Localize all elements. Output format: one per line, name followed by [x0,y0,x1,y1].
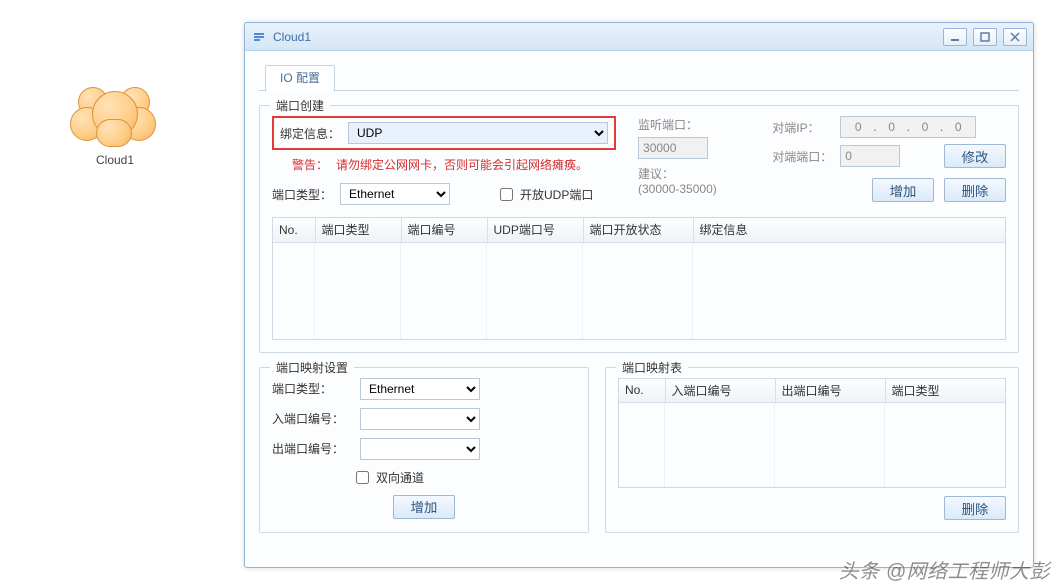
app-icon [251,29,267,45]
port-th-binding[interactable]: 绑定信息 [693,218,1005,242]
bidir-label: 双向通道 [376,469,424,486]
listen-port-label: 监听端口： [638,116,750,133]
peer-ip-label: 对端IP： [772,119,832,136]
warning-text: 请勿绑定公网网卡，否则可能会引起网络瘫痪。 [336,156,588,173]
bidir-check-input[interactable] [356,471,369,484]
listen-hint-range: (30000-35000) [638,182,750,196]
close-button[interactable] [1003,28,1027,46]
maximize-button[interactable] [973,28,997,46]
minimize-button[interactable] [943,28,967,46]
add-port-button[interactable]: 增加 [872,178,934,202]
peer-ip-input: . . . [840,116,976,138]
map-th-type[interactable]: 端口类型 [885,379,1005,403]
legend-port-create: 端口创建 [270,97,330,114]
binding-label: 绑定信息： [280,125,340,142]
map-th-no[interactable]: No. [619,379,665,403]
warning-label: 警告： [292,156,328,173]
in-port-label: 入端口编号： [272,410,352,427]
port-table-body[interactable] [273,243,1005,339]
port-type-select[interactable]: Ethernet [340,183,450,205]
open-udp-checkbox[interactable]: 开放UDP端口 [496,185,593,204]
map-port-type-select[interactable]: Ethernet [360,378,480,400]
peer-ip-octet-3 [945,117,971,137]
peer-ip-octet-1 [879,117,905,137]
peer-port-label: 对端端口： [772,148,832,165]
legend-mapping-set: 端口映射设置 [270,359,354,376]
port-th-udp[interactable]: UDP端口号 [487,218,583,242]
group-mapping-set: 端口映射设置 端口类型： Ethernet 入端口编号： 出端口编号： [259,367,589,534]
cloud-node-label: Cloud1 [60,153,170,167]
tab-strip: IO 配置 [259,63,1019,91]
port-th-open[interactable]: 端口开放状态 [583,218,693,242]
map-th-out[interactable]: 出端口编号 [775,379,885,403]
port-th-type[interactable]: 端口类型 [315,218,401,242]
in-port-select[interactable] [360,408,480,430]
port-th-number[interactable]: 端口编号 [401,218,487,242]
binding-highlight: 绑定信息： UDP [272,116,616,150]
legend-mapping-table: 端口映射表 [616,359,688,376]
delete-mapping-button[interactable]: 删除 [944,496,1006,520]
mapping-table-body[interactable] [619,403,1005,487]
titlebar[interactable]: Cloud1 [245,23,1033,51]
listen-port-input [638,137,708,159]
binding-select[interactable]: UDP [348,122,608,144]
map-th-in[interactable]: 入端口编号 [665,379,775,403]
cloud-node[interactable]: Cloud1 [60,85,170,167]
open-udp-label: 开放UDP端口 [520,186,593,203]
map-port-type-label: 端口类型： [272,380,352,397]
port-type-label: 端口类型： [272,186,332,203]
mapping-table[interactable]: No. 入端口编号 出端口编号 端口类型 [618,378,1006,489]
open-udp-check-input[interactable] [500,188,513,201]
add-mapping-button[interactable]: 增加 [393,495,455,519]
group-mapping-table: 端口映射表 No. 入端口编号 出端口编号 端口类型 [605,367,1019,534]
cloud-icon [70,85,160,145]
peer-ip-octet-0 [845,117,871,137]
out-port-label: 出端口编号： [272,440,352,457]
modify-button[interactable]: 修改 [944,144,1006,168]
group-port-create: 端口创建 绑定信息： UDP 警告： 请勿绑定公网网卡，否则可能会引起网络瘫痪。 [259,105,1019,353]
tab-io-config[interactable]: IO 配置 [265,65,335,91]
bidir-checkbox[interactable]: 双向通道 [352,468,424,487]
window-title: Cloud1 [273,30,311,44]
port-th-no[interactable]: No. [273,218,315,242]
peer-ip-octet-2 [912,117,938,137]
delete-port-button[interactable]: 删除 [944,178,1006,202]
listen-hint-label: 建议： [638,165,750,182]
peer-port-input [840,145,900,167]
config-window: Cloud1 IO 配置 端口创建 绑定信息： UDP [244,22,1034,568]
port-table[interactable]: No. 端口类型 端口编号 UDP端口号 端口开放状态 绑定信息 [272,217,1006,340]
out-port-select[interactable] [360,438,480,460]
